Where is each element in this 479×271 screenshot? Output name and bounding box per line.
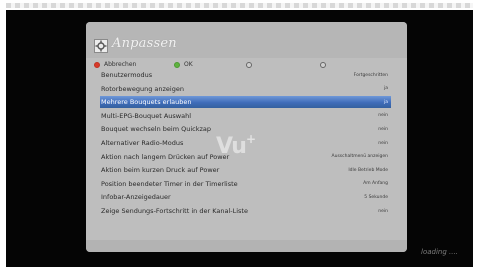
item-value: nein xyxy=(378,208,388,214)
item-value: ja xyxy=(383,86,388,92)
item-label: Multi-EPG-Bouquet Auswahl xyxy=(101,111,192,120)
yellow-button[interactable] xyxy=(246,60,256,69)
item-value: 5 Sekunde xyxy=(364,194,388,200)
item-label: Alternativer Radio-Modus xyxy=(101,139,184,147)
settings-icon xyxy=(94,39,108,53)
list-item[interactable]: Bouquet wechseln beim Quickzap nein xyxy=(100,123,391,135)
green-dot-icon xyxy=(174,61,180,68)
list-item[interactable]: Rotorbewegung anzeigen ja xyxy=(100,83,391,95)
item-label: Position beendeter Timer in der Timerlis… xyxy=(101,179,238,188)
list-item[interactable]: Aktion beim kurzen Druck auf Power Idle … xyxy=(100,164,391,176)
blue-button[interactable] xyxy=(320,60,330,69)
green-button-label: OK xyxy=(184,61,193,68)
red-dot-icon xyxy=(94,61,100,68)
item-value: Idle Betrieb Mode xyxy=(348,167,388,173)
list-item-selected[interactable]: Mehrere Bouquets erlauben ja xyxy=(100,96,391,109)
item-label: Infobar-Anzeigedauer xyxy=(101,193,171,202)
list-item[interactable]: Zeige Sendungs-Fortschritt in der Kanal-… xyxy=(100,205,391,217)
item-value: nein xyxy=(378,113,388,119)
item-label: Aktion beim kurzen Druck auf Power xyxy=(101,166,220,175)
item-label: Benutzermodus xyxy=(101,71,153,79)
settings-window: Anpassen Abbrechen OK Vu + Benutzermodus… xyxy=(86,22,407,252)
list-item[interactable]: Alternativer Radio-Modus nein xyxy=(100,137,391,149)
window-footer xyxy=(86,240,407,252)
yellow-dot-icon xyxy=(246,61,252,68)
list-item[interactable]: Multi-EPG-Bouquet Auswahl nein xyxy=(100,110,391,122)
red-button-label: Abbrechen xyxy=(104,61,137,68)
item-label: Bouquet wechseln beim Quickzap xyxy=(101,125,212,134)
list-item[interactable]: Aktion nach langem Drücken auf Power Aus… xyxy=(100,151,391,163)
item-label: Rotorbewegung anzeigen xyxy=(101,84,184,93)
item-value: Ausschaltmenü anzeigen xyxy=(331,154,388,160)
item-label: Aktion nach langem Drücken auf Power xyxy=(101,152,230,161)
loading-indicator: loading .... xyxy=(421,248,458,256)
item-value: nein xyxy=(378,126,388,132)
list-item[interactable]: Infobar-Anzeigedauer 5 Sekunde xyxy=(100,191,391,203)
item-value: Fortgeschritten xyxy=(353,72,388,78)
blue-dot-icon xyxy=(320,61,326,68)
item-value: ja xyxy=(383,99,388,105)
item-label: Mehrere Bouquets erlauben xyxy=(101,98,192,107)
item-value: nein xyxy=(378,140,388,146)
top-dashed-border xyxy=(6,3,473,8)
page-title: Anpassen xyxy=(112,36,177,51)
red-button[interactable]: Abbrechen xyxy=(94,60,136,69)
window-header: Anpassen xyxy=(86,22,407,58)
item-value: Am Anfang xyxy=(363,181,388,187)
item-label: Zeige Sendungs-Fortschritt in der Kanal-… xyxy=(101,207,248,215)
green-button[interactable]: OK xyxy=(174,60,193,69)
list-item[interactable]: Position beendeter Timer in der Timerlis… xyxy=(100,178,391,190)
list-item[interactable]: Benutzermodus Fortgeschritten xyxy=(100,69,391,81)
